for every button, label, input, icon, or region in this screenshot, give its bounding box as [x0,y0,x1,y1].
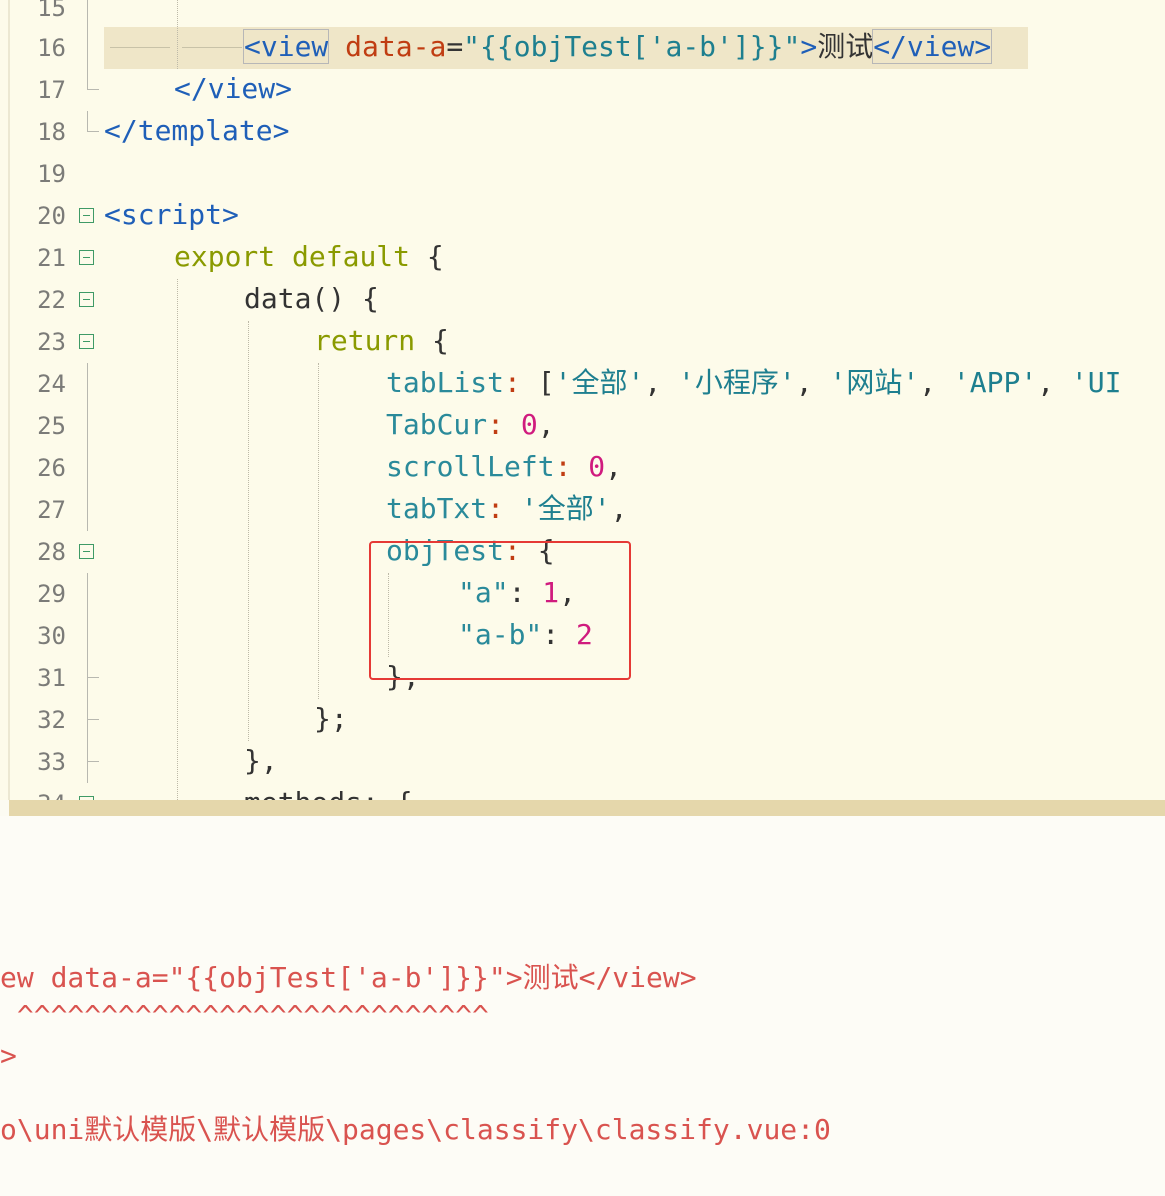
code-text: methods: { [244,787,413,801]
fold-guide [87,0,88,29]
code-text: }; [314,702,348,735]
code-text: TabCur: 0, [386,408,555,441]
code-text: data() { [244,282,379,315]
fold-guide [87,699,88,741]
line-number: 21 [37,244,66,272]
fold-toggle-icon[interactable] [79,292,94,307]
scrollbar-corner [0,800,9,816]
fold-guide [87,27,88,69]
code-line[interactable]: 16 <view data-a="{{objTest['a-b']}}">测试<… [0,27,1165,69]
code-line[interactable]: 25 TabCur: 0, [0,405,1165,447]
line-number: 28 [37,538,66,566]
line-number: 18 [37,118,66,146]
line-number: 31 [37,664,66,692]
line-number: 33 [37,748,66,776]
code-line[interactable]: 33 }, [0,741,1165,783]
code-line[interactable]: 34 methods: { [0,783,1165,800]
code-line[interactable]: 17 </view> [0,69,1165,111]
line-number: 32 [37,706,66,734]
code-line[interactable]: 27 tabTxt: '全部', [0,489,1165,531]
code-text: return { [314,324,449,357]
line-number: 20 [37,202,66,230]
console-panel: ew data-a="{{objTest['a-b']}}">测试</view>… [0,816,1165,1196]
line-number: 17 [37,76,66,104]
fold-toggle-icon[interactable] [79,208,94,223]
code-text: <view data-a="{{objTest['a-b']}}">测试</vi… [242,29,993,64]
fold-toggle-icon[interactable] [79,544,94,559]
line-number: 19 [37,160,66,188]
code-text: scrollLeft: 0, [386,450,623,483]
fold-end [87,719,99,720]
code-text: tabTxt: '全部', [386,492,628,525]
code-text: <script> [104,198,239,231]
error-code-line: ew data-a="{{objTest['a-b']}}">测试</view> [0,961,697,994]
fold-guide [87,741,88,783]
annotation-highlight-box [369,541,631,680]
horizontal-scrollbar[interactable] [0,800,1165,816]
fold-toggle-icon[interactable] [79,334,94,349]
fold-guide [87,447,88,489]
fold-guide [87,489,88,531]
error-caret-line: ^^^^^^^^^^^^^^^^^^^^^^^^^^^^ [0,999,489,1032]
line-number: 27 [37,496,66,524]
error-file-path: o\uni默认模版\默认模版\pages\classify\classify.v… [0,1113,831,1146]
error-marker: > [0,1039,17,1072]
fold-guide [87,573,88,615]
code-text: }, [244,744,278,777]
code-line[interactable]: 15 [0,0,1165,29]
code-line[interactable]: 23 return { [0,321,1165,363]
line-number: 23 [37,328,66,356]
line-number: 30 [37,622,66,650]
code-text: export default { [174,240,444,273]
code-text: </view> [174,72,293,105]
fold-guide [87,405,88,447]
line-number: 16 [37,34,66,62]
code-line[interactable]: 24 tabList: ['全部', '小程序', '网站', 'APP', '… [0,363,1165,405]
fold-guide [87,363,88,405]
line-number: 29 [37,580,66,608]
code-line[interactable]: 26 scrollLeft: 0, [0,447,1165,489]
code-editor[interactable]: 15 16 <view data-a="{{objTest['a-b']}}">… [0,0,1165,800]
code-text: </template> [104,114,290,147]
line-number: 25 [37,412,66,440]
code-line[interactable]: 19 [0,153,1165,195]
line-number: 22 [37,286,66,314]
code-line[interactable]: 22 data() { [0,279,1165,321]
line-number: 34 [14,789,66,800]
code-line[interactable]: 32 }; [0,699,1165,741]
fold-toggle-icon[interactable] [79,250,94,265]
code-line[interactable]: 20 <script> [0,195,1165,237]
fold-end [87,111,99,132]
code-text: tabList: ['全部', '小程序', '网站', 'APP', 'UI [386,366,1122,399]
line-number: 15 [37,0,66,22]
fold-guide [87,69,88,90]
line-number: 26 [37,454,66,482]
fold-guide [87,615,88,657]
code-line[interactable]: 21 export default { [0,237,1165,279]
fold-guide [87,657,88,699]
code-line[interactable]: 18 </template> [0,111,1165,153]
fold-end [87,761,99,762]
fold-end [87,89,99,90]
fold-end [87,677,99,678]
line-number: 24 [37,370,66,398]
